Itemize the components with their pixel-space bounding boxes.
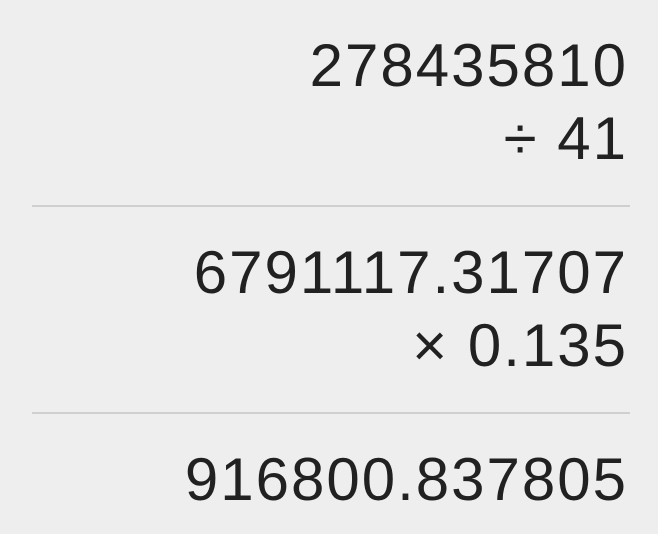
tape-result: 916800.837805 [184,446,628,513]
calculation-tape: 278435810 ÷ 41 6791117.31707 × 0.135 916… [0,0,658,534]
tape-operation-2: × 0.135 [412,312,628,379]
tape-divider [32,412,630,414]
tape-operand-2: 6791117.31707 [193,239,628,306]
tape-operand-1: 278435810 [309,32,628,99]
tape-operation-1: ÷ 41 [503,105,628,172]
tape-divider [32,205,630,207]
